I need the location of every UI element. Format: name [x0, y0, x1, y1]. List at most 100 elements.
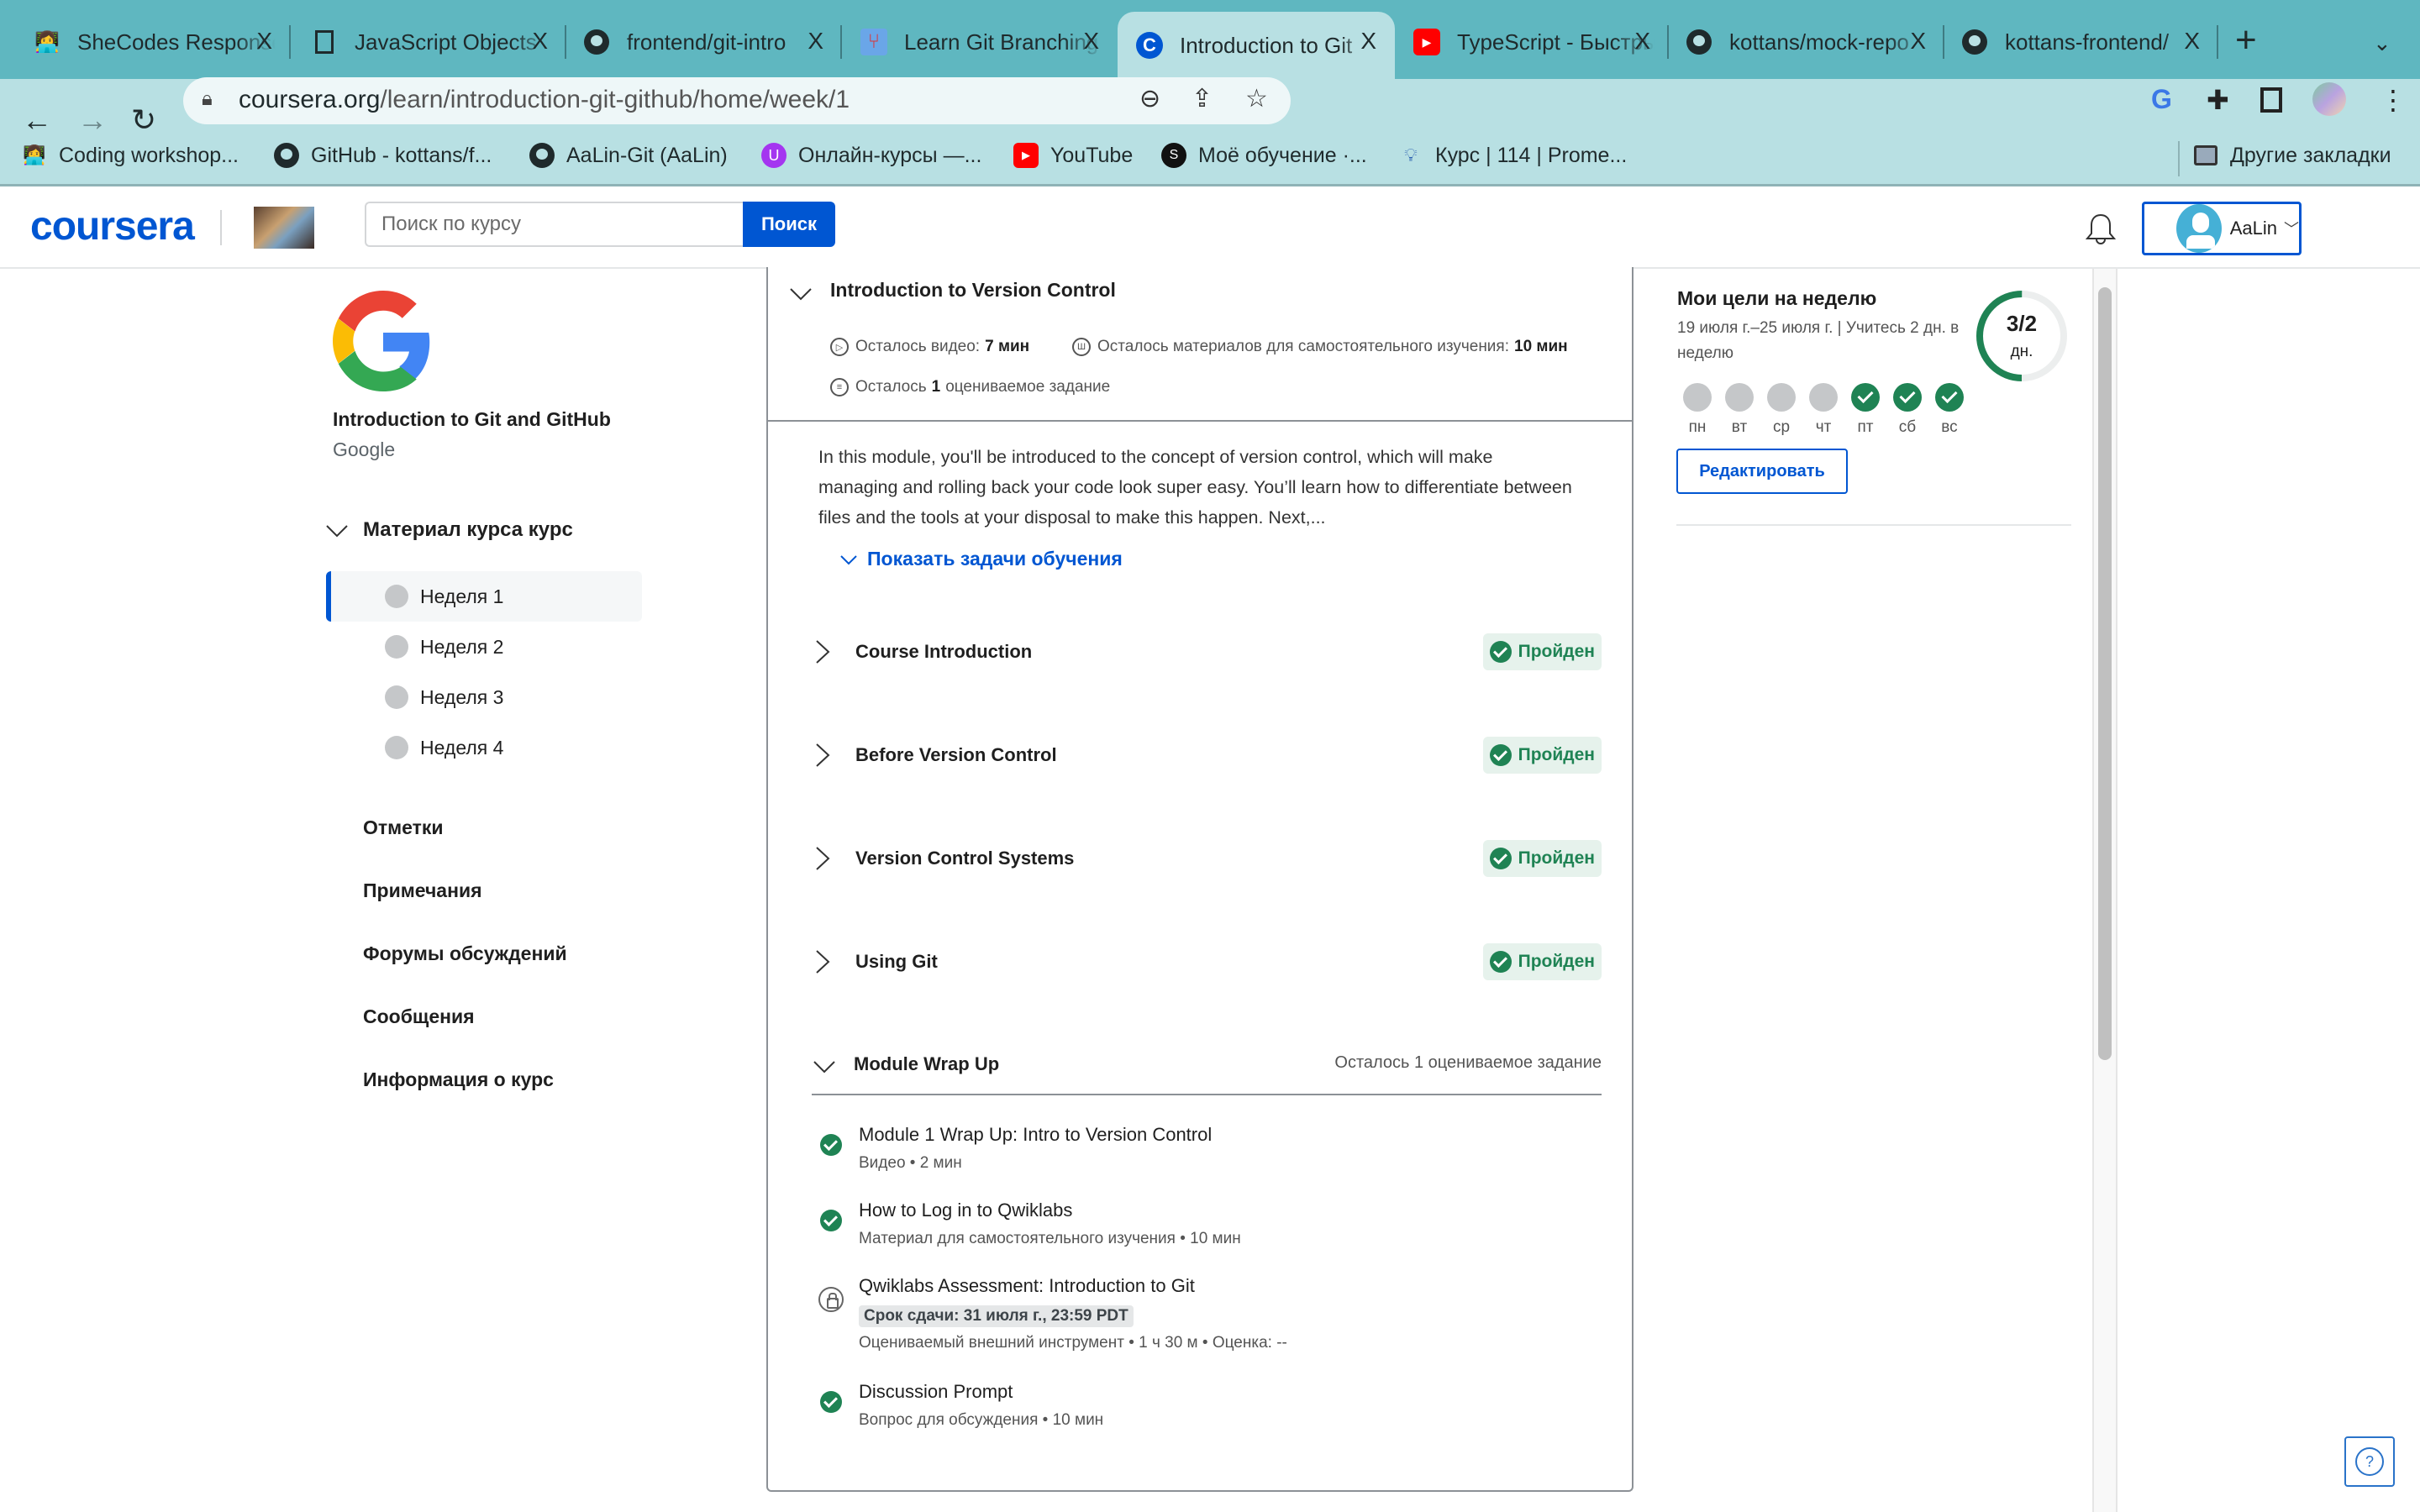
woman-technologist-icon: 👩‍💻: [34, 30, 60, 54]
zoom-out-icon[interactable]: ⊖: [1139, 84, 1160, 113]
prometheus-icon: 💡︎: [1404, 144, 1418, 165]
scrollbar-thumb[interactable]: [2098, 287, 2112, 1060]
status-badge: Пройден: [1482, 943, 1602, 980]
back-arrow-icon[interactable]: ←: [22, 102, 52, 138]
course-material-toggle[interactable]: Материал курса курс: [324, 517, 573, 543]
lesson-row[interactable]: Using Git Пройден: [812, 937, 1602, 987]
close-tab-icon[interactable]: X: [532, 29, 548, 54]
close-tab-icon[interactable]: X: [1360, 29, 1376, 54]
other-bookmarks-folder[interactable]: Другие закладки: [2193, 143, 2391, 168]
book-icon: Ш: [1072, 338, 1091, 356]
browser-tab[interactable]: JavaScript Objects X: [291, 12, 566, 72]
google-translate-icon[interactable]: G: [2151, 84, 2172, 115]
sidebar-item-week-3[interactable]: Неделя 3: [326, 672, 642, 722]
browser-tab[interactable]: frontend/git-intro X: [566, 12, 842, 72]
bookmark-item[interactable]: S Моё обучение ·...: [1161, 143, 1367, 168]
sidebar-link-forums[interactable]: Форумы обсуждений: [363, 942, 567, 965]
browser-menu-icon[interactable]: ⋮: [2380, 84, 2407, 116]
chevron-right-icon: [816, 743, 830, 767]
bookmark-item[interactable]: GitHub - kottans/f...: [274, 143, 492, 168]
close-tab-icon[interactable]: X: [808, 29, 823, 54]
bookmark-item[interactable]: 👩‍💻 Coding workshop...: [22, 143, 239, 168]
blank-page-icon: [311, 29, 338, 55]
check-circle-icon: [1489, 641, 1512, 663]
woman-technologist-icon: 👩‍💻: [23, 144, 46, 165]
user-menu-button[interactable]: AaLin ﹀: [2142, 202, 2302, 255]
sidebar-item-week-4[interactable]: Неделя 4: [326, 722, 642, 773]
coursera-logo[interactable]: coursera: [30, 203, 195, 249]
lesson-row[interactable]: Before Version Control Пройден: [812, 730, 1602, 780]
bookmark-item[interactable]: U Онлайн-курсы —...: [761, 143, 981, 168]
status-badge: Пройден: [1482, 737, 1602, 774]
module-card: Introduction to Version Control ▷ Остало…: [766, 267, 1634, 1492]
extensions-puzzle-icon[interactable]: ✚: [2207, 84, 2229, 116]
check-circle-icon: [820, 1134, 842, 1156]
browser-tab[interactable]: ▶ TypeScript - Быстрый X: [1395, 12, 1669, 72]
status-badge: Пройден: [1482, 633, 1602, 670]
sidebar-link-course-info[interactable]: Информация о курс: [363, 1068, 554, 1091]
close-tab-icon[interactable]: X: [1634, 29, 1650, 54]
browser-tab[interactable]: ⑂ Learn Git Branching X: [842, 12, 1118, 72]
close-tab-icon[interactable]: X: [2184, 29, 2200, 54]
browser-tab-active[interactable]: C Introduction to Git X: [1118, 12, 1395, 79]
module-description: In this module, you'll be introduced to …: [818, 447, 1572, 528]
lock-icon[interactable]: 🔒︎: [202, 87, 213, 111]
progress-dot: [385, 685, 408, 709]
share-icon[interactable]: ⇪: [1192, 84, 1213, 113]
day-circle: [1809, 383, 1838, 412]
lesson-row[interactable]: Course Introduction Пройден: [812, 627, 1602, 677]
chevron-right-icon: [816, 950, 830, 974]
day-circle: [1683, 383, 1712, 412]
lesson-row[interactable]: Version Control Systems Пройден: [812, 833, 1602, 884]
new-tab-button[interactable]: +: [2235, 22, 2257, 59]
course-thumbnail[interactable]: [254, 207, 314, 249]
coursera-icon: C: [1136, 32, 1163, 59]
sidebar-link-notes[interactable]: Примечания: [363, 879, 482, 902]
sidebar-item-week-1[interactable]: Неделя 1: [326, 571, 642, 622]
close-tab-icon[interactable]: X: [1910, 29, 1926, 54]
course-search-input[interactable]: [365, 202, 744, 247]
progress-dot: [385, 585, 408, 608]
sidebar-item-week-2[interactable]: Неделя 2: [326, 622, 642, 672]
edit-goals-button[interactable]: Редактировать: [1676, 449, 1848, 494]
check-circle-icon: [1489, 744, 1512, 766]
graded-left: ≡ Осталось 1 оцениваемое задание: [830, 378, 1110, 396]
bookmark-item[interactable]: AaLin-Git (AaLin): [529, 143, 728, 168]
day-check-icon: [1893, 383, 1922, 412]
sidebar-link-grades[interactable]: Отметки: [363, 816, 444, 839]
show-learning-objectives-link[interactable]: Показать задачи обучения: [839, 548, 1123, 570]
course-partner: Google: [333, 438, 396, 460]
forward-arrow-icon[interactable]: →: [77, 102, 108, 138]
close-tab-icon[interactable]: X: [1083, 29, 1099, 54]
weekly-goal-unit: дн.: [2010, 343, 2033, 360]
bookmark-star-icon[interactable]: ☆: [1245, 84, 1268, 113]
browser-tab[interactable]: kottans/mock-repo X: [1669, 12, 1944, 72]
profile-avatar-icon[interactable]: [2312, 82, 2346, 116]
close-tab-icon[interactable]: X: [256, 29, 272, 54]
goal-day: сб: [1891, 383, 1924, 437]
goal-day: вт: [1723, 383, 1756, 437]
help-button[interactable]: ?: [2344, 1436, 2395, 1487]
reload-icon[interactable]: ↻: [131, 102, 156, 138]
tab-search-chevron-icon[interactable]: ⌄: [2373, 30, 2391, 56]
chevron-down-icon[interactable]: [788, 281, 813, 306]
search-button[interactable]: Поиск: [743, 202, 835, 247]
wrap-up-header[interactable]: Module Wrap Up Осталось 1 оцениваемое за…: [812, 1047, 1602, 1095]
google-logo: [333, 291, 430, 391]
bookmark-item[interactable]: ▶ YouTube: [1013, 143, 1133, 168]
sidebar-link-messages[interactable]: Сообщения: [363, 1005, 475, 1028]
side-panel-icon[interactable]: [2260, 87, 2282, 113]
browser-tab[interactable]: kottans-frontend/ X: [1944, 12, 2218, 72]
module-title[interactable]: Introduction to Version Control: [830, 279, 1116, 302]
bookmark-item[interactable]: 💡︎ Курс | 114 | Prome...: [1398, 143, 1627, 168]
divider: [1676, 524, 2071, 526]
browser-tab[interactable]: 👩‍💻 SheCodes Response X: [0, 12, 291, 72]
browser-tab-strip: 👩‍💻 SheCodes Response X JavaScript Objec…: [0, 0, 2420, 79]
bookmarks-divider: [2178, 141, 2180, 176]
chevron-down-icon: [326, 525, 348, 538]
notifications-bell-icon[interactable]: [2084, 212, 2118, 249]
youtube-icon: ▶: [1413, 29, 1440, 55]
address-bar[interactable]: 🔒︎ coursera.org/learn/introduction-git-g…: [183, 77, 1291, 124]
goal-day: вс: [1933, 383, 1966, 437]
url-domain: coursera.org: [239, 86, 381, 113]
